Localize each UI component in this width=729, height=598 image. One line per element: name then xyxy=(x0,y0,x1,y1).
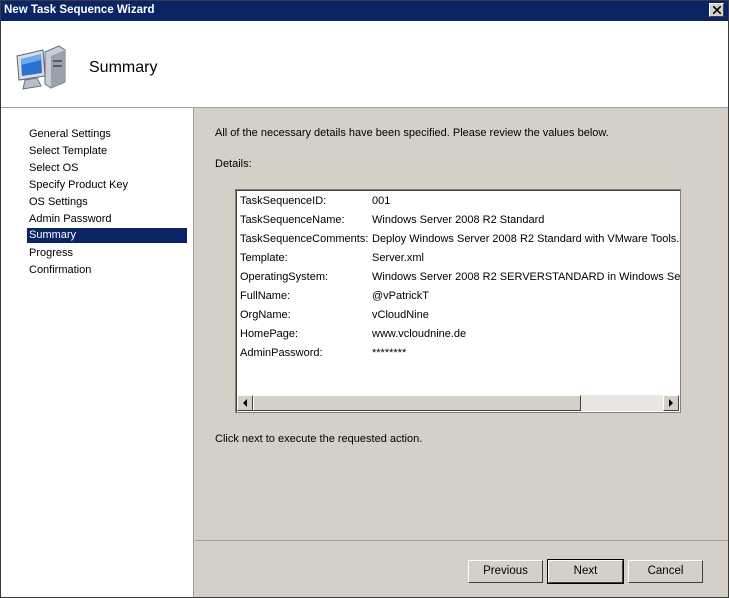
details-value: www.vcloudnine.de xyxy=(372,328,467,340)
details-key: FullName: xyxy=(240,290,291,302)
scroll-right-button[interactable] xyxy=(663,395,679,411)
details-key: Template: xyxy=(240,252,288,264)
details-value: 001 xyxy=(372,195,391,207)
details-key: OperatingSystem: xyxy=(240,271,329,283)
nav-item-select-os[interactable]: Select OS xyxy=(27,161,187,176)
nav-item-admin-password[interactable]: Admin Password xyxy=(27,212,187,227)
nav-item-progress[interactable]: Progress xyxy=(27,246,187,261)
details-value: Deploy Windows Server 2008 R2 Standard w… xyxy=(372,233,680,245)
nav-item-summary[interactable]: Summary xyxy=(27,228,187,243)
details-key: TaskSequenceID: xyxy=(240,195,327,207)
wizard-content: All of the necessary details have been s… xyxy=(195,108,728,540)
page-title: Summary xyxy=(89,59,158,76)
intro-text: All of the necessary details have been s… xyxy=(215,127,609,139)
details-key: OrgName: xyxy=(240,309,291,321)
wizard-header: Summary xyxy=(1,21,728,108)
details-key: AdminPassword: xyxy=(240,347,323,359)
wizard-nav: General Settings Select Template Select … xyxy=(1,108,194,597)
details-list[interactable]: TaskSequenceID: 001 TaskSequenceName: Wi… xyxy=(235,189,681,413)
details-key: TaskSequenceName: xyxy=(240,214,345,226)
nav-item-specify-product-key[interactable]: Specify Product Key xyxy=(27,178,187,193)
nav-item-confirmation[interactable]: Confirmation xyxy=(27,263,187,278)
arrow-right-icon xyxy=(669,399,673,407)
next-button[interactable]: Next xyxy=(547,559,624,584)
nav-item-os-settings[interactable]: OS Settings xyxy=(27,195,187,210)
window-title: New Task Sequence Wizard xyxy=(4,4,155,16)
previous-button[interactable]: Previous xyxy=(468,560,543,583)
details-value: Windows Server 2008 R2 SERVERSTANDARD in… xyxy=(372,271,681,283)
details-value: Windows Server 2008 R2 Standard xyxy=(372,214,545,226)
horizontal-scrollbar[interactable] xyxy=(237,395,679,411)
wizard-footer: Previous Next Cancel xyxy=(195,540,728,597)
details-value: @vPatrickT xyxy=(372,290,430,302)
cancel-button[interactable]: Cancel xyxy=(628,560,703,583)
details-value: vCloudNine xyxy=(372,309,429,321)
close-icon xyxy=(713,6,721,14)
details-value: ******** xyxy=(372,347,407,359)
details-key: TaskSequenceComments: xyxy=(240,233,369,245)
details-key: HomePage: xyxy=(240,328,299,340)
close-button[interactable] xyxy=(709,3,724,17)
hint-text: Click next to execute the requested acti… xyxy=(215,433,423,445)
wizard-window: New Task Sequence Wizard Summary General… xyxy=(0,0,729,598)
title-bar[interactable]: New Task Sequence Wizard xyxy=(1,1,728,21)
nav-item-general-settings[interactable]: General Settings xyxy=(27,127,187,142)
nav-item-select-template[interactable]: Select Template xyxy=(27,144,187,159)
arrow-left-icon xyxy=(243,399,247,407)
details-value: Server.xml xyxy=(372,252,424,264)
details-label: Details: xyxy=(215,158,252,170)
computer-icon xyxy=(16,45,66,90)
scroll-left-button[interactable] xyxy=(237,395,253,411)
scroll-thumb[interactable] xyxy=(253,395,581,411)
